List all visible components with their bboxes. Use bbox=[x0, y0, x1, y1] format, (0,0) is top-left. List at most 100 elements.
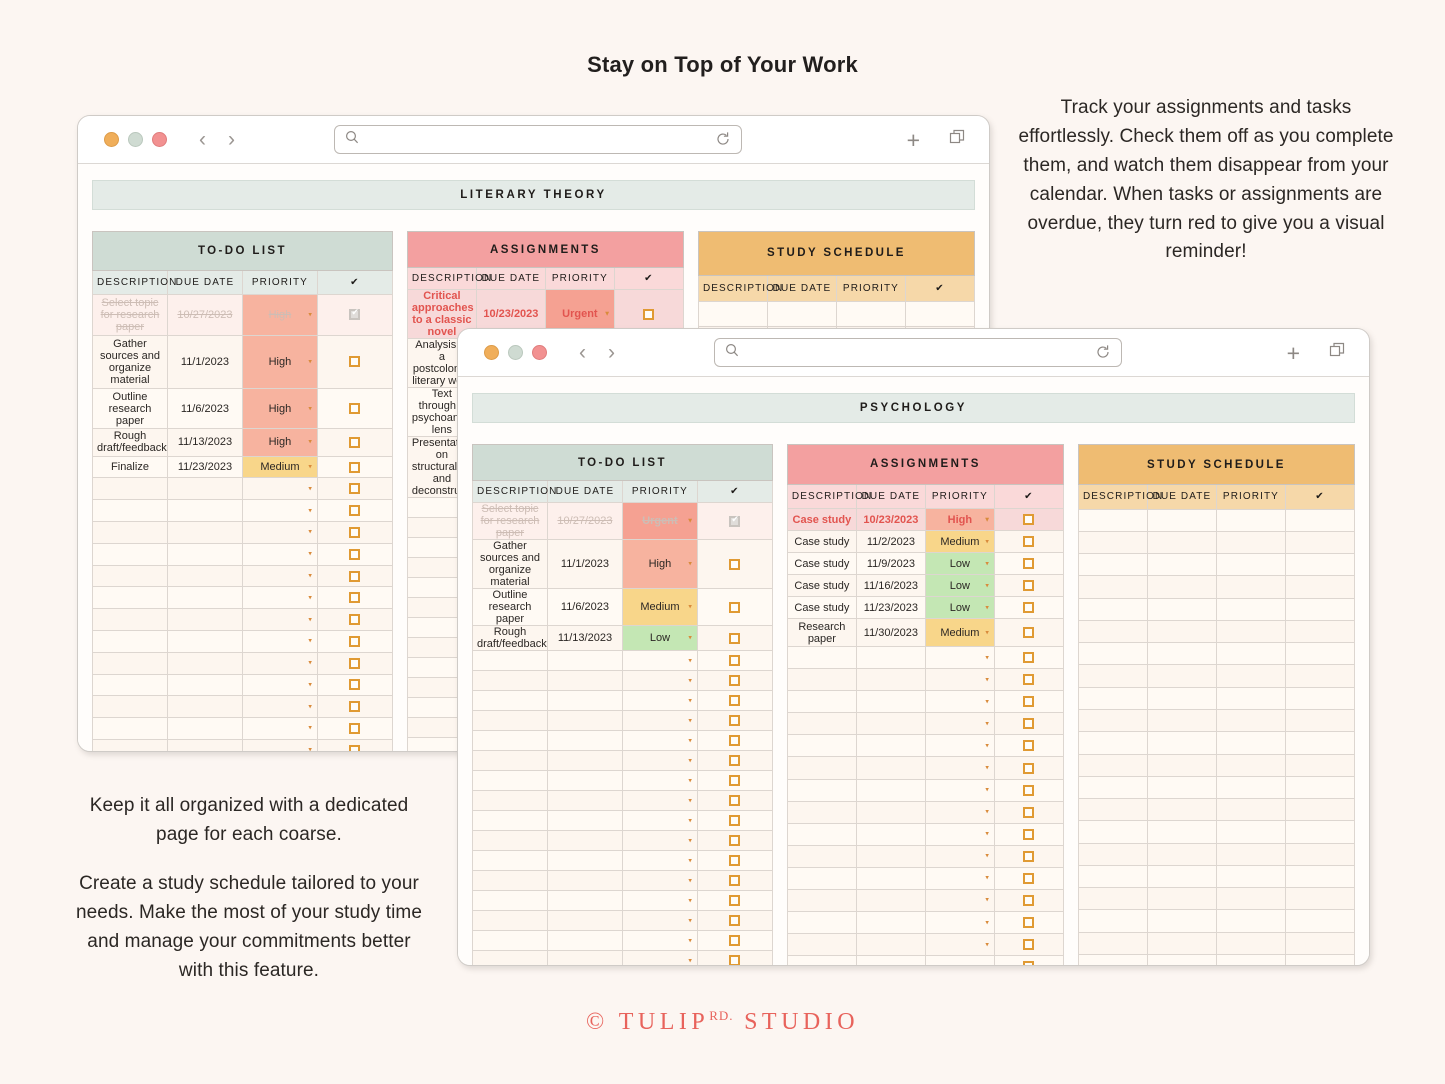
cell-description[interactable] bbox=[786, 822, 857, 846]
cell-priority[interactable]: ▾ bbox=[924, 844, 995, 868]
cell-priority[interactable]: Medium▾ bbox=[924, 618, 995, 648]
cell-description[interactable] bbox=[92, 717, 168, 740]
table-row[interactable]: Case study 11/23/2023 Low ▾ bbox=[786, 596, 1064, 620]
cell-due-date[interactable] bbox=[166, 695, 243, 719]
table-row-empty[interactable] bbox=[1077, 731, 1355, 755]
checkbox[interactable] bbox=[1023, 652, 1035, 664]
cell-description[interactable] bbox=[1077, 508, 1148, 532]
cell-check[interactable] bbox=[696, 930, 773, 951]
cell-due-date[interactable] bbox=[1146, 642, 1217, 666]
cell-description[interactable] bbox=[786, 778, 857, 802]
cell-due-date[interactable] bbox=[1146, 553, 1217, 577]
table-row-empty[interactable]: ▾ bbox=[472, 810, 773, 831]
table-row-empty[interactable]: ▾ bbox=[92, 695, 393, 719]
cell-check[interactable] bbox=[316, 428, 393, 457]
cell-check[interactable] bbox=[696, 690, 773, 711]
cell-check[interactable] bbox=[1284, 597, 1355, 621]
cell-due-date[interactable] bbox=[166, 717, 243, 740]
cell-description[interactable] bbox=[1077, 864, 1148, 889]
forward-arrow-icon[interactable]: › bbox=[228, 129, 235, 150]
cell-check[interactable] bbox=[316, 499, 393, 522]
chevron-down-icon[interactable]: ▾ bbox=[985, 919, 989, 926]
tabs-icon[interactable] bbox=[1328, 341, 1347, 365]
cell-check[interactable] bbox=[993, 530, 1064, 554]
cell-due-date[interactable] bbox=[1146, 530, 1217, 555]
cell-priority[interactable]: ▾ bbox=[924, 712, 995, 736]
table-row-empty[interactable]: ▾ bbox=[472, 710, 773, 731]
checkbox[interactable] bbox=[349, 570, 361, 582]
cell-priority[interactable]: ▾ bbox=[621, 830, 698, 851]
chevron-down-icon[interactable]: ▾ bbox=[688, 518, 692, 525]
cell-due-date[interactable] bbox=[855, 822, 926, 846]
table-row[interactable]: Select topic for research paper 10/27/202… bbox=[92, 294, 393, 336]
cell-priority[interactable]: ▾ bbox=[924, 822, 995, 846]
cell-priority[interactable] bbox=[1215, 864, 1286, 889]
cell-check[interactable] bbox=[696, 670, 773, 691]
cell-due-date[interactable]: 11/6/2023 bbox=[166, 387, 243, 430]
cell-check[interactable] bbox=[696, 850, 773, 871]
chevron-down-icon[interactable]: ▾ bbox=[688, 957, 692, 964]
table-row-empty[interactable]: ▾ bbox=[786, 866, 1064, 890]
cell-description[interactable] bbox=[92, 586, 168, 610]
cell-priority[interactable] bbox=[1215, 508, 1286, 532]
checkbox[interactable] bbox=[349, 356, 361, 368]
new-tab-button[interactable]: + bbox=[1287, 341, 1300, 365]
table-row[interactable]: Rough draft/feedback 11/13/2023 Low ▾ bbox=[472, 625, 773, 651]
close-light-icon[interactable] bbox=[152, 132, 167, 147]
cell-priority[interactable]: ▾ bbox=[621, 870, 698, 891]
cell-check[interactable] bbox=[316, 738, 393, 751]
chevron-down-icon[interactable]: ▾ bbox=[688, 635, 692, 642]
cell-due-date[interactable] bbox=[1146, 753, 1217, 777]
cell-due-date[interactable] bbox=[546, 730, 623, 751]
cell-check[interactable] bbox=[993, 933, 1064, 957]
checkbox[interactable] bbox=[349, 461, 361, 473]
cell-description[interactable] bbox=[1077, 575, 1148, 599]
cell-check[interactable] bbox=[316, 586, 393, 610]
checkbox[interactable] bbox=[349, 403, 361, 415]
table-row-empty[interactable]: ▾ bbox=[786, 822, 1064, 846]
table-row-empty[interactable]: ▾ bbox=[786, 955, 1064, 965]
checkbox[interactable] bbox=[1023, 558, 1035, 570]
cell-check[interactable] bbox=[316, 520, 393, 544]
chevron-down-icon[interactable]: ▾ bbox=[688, 837, 692, 844]
table-row-empty[interactable] bbox=[1077, 708, 1355, 733]
table-row-empty[interactable]: ▾ bbox=[786, 668, 1064, 692]
cell-description[interactable] bbox=[92, 738, 168, 751]
chevron-down-icon[interactable]: ▾ bbox=[985, 853, 989, 860]
cell-check[interactable] bbox=[1284, 553, 1355, 577]
chevron-down-icon[interactable]: ▾ bbox=[308, 507, 312, 514]
address-bar[interactable] bbox=[334, 125, 742, 154]
table-row-empty[interactable] bbox=[1077, 575, 1355, 599]
cell-check[interactable] bbox=[993, 508, 1064, 532]
cell-due-date[interactable] bbox=[546, 650, 623, 671]
table-row-empty[interactable]: ▾ bbox=[472, 770, 773, 791]
cell-priority[interactable]: High ▾ bbox=[621, 539, 698, 589]
cell-priority[interactable]: ▾ bbox=[924, 646, 995, 670]
cell-description[interactable] bbox=[472, 830, 548, 851]
checkbox[interactable] bbox=[349, 483, 361, 495]
cell-priority[interactable] bbox=[1215, 553, 1286, 577]
cell-due-date[interactable]: 10/27/2023 bbox=[546, 502, 623, 540]
checkbox[interactable] bbox=[729, 632, 741, 644]
table-row-empty[interactable] bbox=[1077, 953, 1355, 965]
cell-priority[interactable] bbox=[1215, 708, 1286, 733]
cell-priority[interactable]: ▾ bbox=[924, 734, 995, 758]
table-row-empty[interactable] bbox=[1077, 887, 1355, 911]
table-row-empty[interactable]: ▾ bbox=[472, 950, 773, 965]
checkbox[interactable] bbox=[349, 526, 361, 538]
cell-priority[interactable]: Medium▾ bbox=[621, 588, 698, 626]
table-row[interactable]: Research paper 11/30/2023 Medium ▾ bbox=[786, 618, 1064, 648]
cell-check[interactable] bbox=[696, 870, 773, 891]
cell-description[interactable]: Rough draft/feedback bbox=[472, 625, 548, 651]
cell-due-date[interactable]: 11/16/2023 bbox=[855, 574, 926, 598]
cell-priority[interactable]: ▾ bbox=[621, 770, 698, 791]
cell-check[interactable] bbox=[993, 712, 1064, 736]
checkbox[interactable] bbox=[1023, 939, 1035, 951]
cell-check[interactable] bbox=[1284, 798, 1355, 822]
cell-due-date[interactable] bbox=[1146, 798, 1217, 822]
table-row[interactable]: Gather sources and organize material 11/1… bbox=[472, 539, 773, 589]
cell-check[interactable] bbox=[696, 950, 773, 965]
chevron-down-icon[interactable]: ▾ bbox=[985, 676, 989, 683]
cell-description[interactable] bbox=[92, 542, 168, 566]
checkbox[interactable] bbox=[729, 815, 741, 827]
